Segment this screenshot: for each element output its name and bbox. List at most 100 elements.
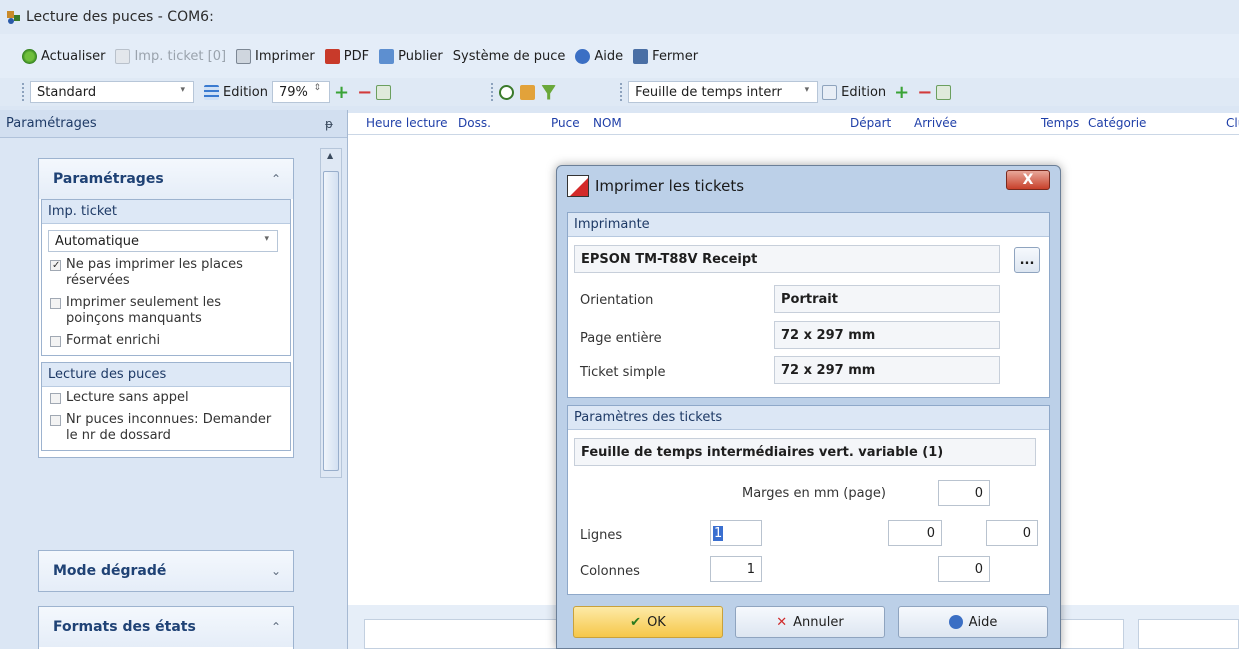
simple-ticket-value: 72 x 297 mm: [774, 356, 1000, 384]
col-puce[interactable]: Puce: [551, 116, 580, 130]
print-tickets-dialog: Imprimer les tickets X Imprimante EPSON …: [556, 165, 1061, 649]
ok-button[interactable]: ✔ OK: [573, 606, 723, 638]
col-nom[interactable]: NOM: [593, 116, 622, 130]
degraded-mode-header[interactable]: Mode dégradé ⌄: [39, 551, 293, 591]
chip-reading-section-title: Lecture des puces: [42, 363, 290, 387]
dialog-close-button[interactable]: X: [1006, 170, 1050, 190]
no-print-reserved-checkbox[interactable]: [50, 258, 61, 274]
scroll-up-icon[interactable]: ▲: [327, 151, 333, 160]
circle-icon[interactable]: [499, 84, 515, 100]
margin-right-input[interactable]: 0: [986, 520, 1038, 546]
ticket-params-section: Paramètres des tickets Feuille de temps …: [567, 405, 1050, 595]
imp-ticket-mode-combo[interactable]: Automatique ▾: [48, 230, 278, 252]
margin-top-input[interactable]: 0: [938, 480, 990, 506]
collapse-icon[interactable]: ⌃: [271, 172, 281, 186]
orientation-value: Portrait: [774, 285, 1000, 313]
chevron-down-icon: ▾: [180, 85, 185, 95]
close-app-button[interactable]: Fermer: [629, 44, 702, 68]
print-button[interactable]: Imprimer: [232, 44, 319, 68]
printer-name-field[interactable]: EPSON TM-T88V Receipt: [574, 245, 1000, 273]
simple-ticket-label: Ticket simple: [580, 365, 666, 380]
browse-printer-button[interactable]: ...: [1014, 247, 1040, 273]
no-call-checkbox[interactable]: [50, 393, 61, 404]
add-button-2[interactable]: +: [890, 80, 913, 104]
printer-section-title: Imprimante: [568, 213, 1049, 237]
window-title: Lecture des puces - COM6:: [26, 9, 214, 25]
col-categorie[interactable]: Catégorie: [1088, 116, 1146, 130]
chip-system-button[interactable]: Système de puce: [449, 44, 570, 68]
add-button-1[interactable]: +: [330, 80, 353, 104]
help-button[interactable]: Aide: [571, 44, 627, 68]
col-doss[interactable]: Doss.: [458, 116, 491, 130]
col-heure-lecture[interactable]: Heure lecture: [366, 116, 448, 130]
spin-icon: ⇕: [313, 83, 321, 93]
no-print-reserved-option[interactable]: Ne pas imprimer les places réservées: [42, 254, 290, 292]
scroll-thumb[interactable]: [323, 171, 339, 471]
title-bar: Lecture des puces - COM6:: [0, 0, 1239, 34]
toolbar-grip-3: [620, 83, 624, 101]
export-icon[interactable]: [376, 84, 392, 100]
remove-button-2[interactable]: −: [913, 80, 936, 104]
col-club[interactable]: Club: [1226, 116, 1239, 130]
orientation-label: Orientation: [580, 293, 654, 308]
chevron-down-icon: ▾: [804, 85, 810, 95]
print-missing-option[interactable]: Imprimer seulement les poinçons manquant…: [42, 292, 290, 330]
pin-icon[interactable]: ᵽ: [325, 117, 333, 131]
flag-icon[interactable]: [520, 84, 536, 100]
col-arrivee[interactable]: Arrivée: [914, 116, 957, 130]
collapse-icon[interactable]: ⌃: [271, 620, 281, 634]
rows-input[interactable]: 1: [710, 520, 762, 546]
col-temps[interactable]: Temps: [1041, 116, 1079, 130]
dialog-help-button[interactable]: Aide: [898, 606, 1048, 638]
report-formats-group: Formats des états ⌃: [38, 606, 294, 649]
print-missing-checkbox[interactable]: [50, 298, 61, 309]
edition-label-2: Edition: [841, 84, 887, 100]
main-toolbar: Actualiser Imp. ticket [0] Imprimer PDF …: [0, 34, 1239, 78]
ticket-params-title: Paramètres des tickets: [568, 406, 1049, 430]
table-icon: [204, 84, 219, 100]
unknown-chips-option[interactable]: Nr puces inconnues: Demander le nr de do…: [42, 409, 290, 450]
cols-input[interactable]: 1: [710, 556, 762, 582]
col-depart[interactable]: Départ: [850, 116, 891, 130]
expand-icon[interactable]: ⌄: [271, 564, 281, 578]
remove-button-1[interactable]: −: [353, 80, 376, 104]
settings-panel-header: Paramétrages ᵽ: [0, 110, 347, 138]
refresh-button[interactable]: Actualiser: [18, 44, 109, 68]
dialog-app-icon: [567, 175, 589, 197]
degraded-mode-group: Mode dégradé ⌄: [38, 550, 294, 592]
unknown-chips-checkbox[interactable]: [50, 415, 61, 426]
settings-panel: Paramétrages ᵽ Paramétrages ⌃ Imp. ticke…: [0, 110, 348, 649]
door-icon: [633, 48, 649, 64]
publish-button[interactable]: Publier: [375, 44, 447, 68]
refresh-label: Actualiser: [41, 48, 106, 64]
zoom-stepper[interactable]: 79% ⇕: [271, 81, 330, 103]
edition-button-1[interactable]: Edition: [200, 80, 272, 104]
filter-icon[interactable]: [541, 84, 557, 100]
imp-ticket-mode-value: Automatique: [55, 233, 140, 249]
parametrages-group-header[interactable]: Paramétrages ⌃: [39, 159, 293, 199]
dialog-title-bar: Imprimer les tickets: [557, 166, 1060, 206]
pdf-button[interactable]: PDF: [321, 44, 373, 68]
rich-format-option[interactable]: Format enrichi: [42, 330, 290, 355]
rich-format-checkbox[interactable]: [50, 336, 61, 347]
x-icon: ✕: [776, 614, 788, 630]
help-icon: [948, 615, 963, 629]
ticket-format-field[interactable]: Feuille de temps intermédiaires vert. va…: [574, 438, 1036, 466]
report-formats-header[interactable]: Formats des états ⌃: [39, 607, 293, 647]
toolbar-grip: [22, 83, 26, 101]
toolbar-grip-2: [491, 83, 495, 101]
margin-bottom-input[interactable]: 0: [938, 556, 990, 582]
no-call-option[interactable]: Lecture sans appel: [42, 387, 290, 409]
sheet-combo[interactable]: Feuille de temps interr ▾: [628, 81, 819, 103]
parametrages-group-title: Paramétrages: [53, 171, 164, 187]
margin-mid-input[interactable]: 0: [888, 520, 942, 546]
cancel-button[interactable]: ✕ Annuler: [735, 606, 885, 638]
edition-button-2[interactable]: Edition: [818, 80, 890, 104]
export-icon-2[interactable]: [936, 84, 952, 100]
edition-label-1: Edition: [223, 84, 268, 100]
imp-ticket-button[interactable]: Imp. ticket [0]: [111, 44, 230, 68]
settings-scrollbar[interactable]: ▲: [320, 148, 342, 478]
layout-combo[interactable]: Standard ▾: [30, 81, 194, 103]
printer-section: Imprimante EPSON TM-T88V Receipt ... Ori…: [567, 212, 1050, 398]
margins-label: Marges en mm (page): [742, 486, 886, 501]
